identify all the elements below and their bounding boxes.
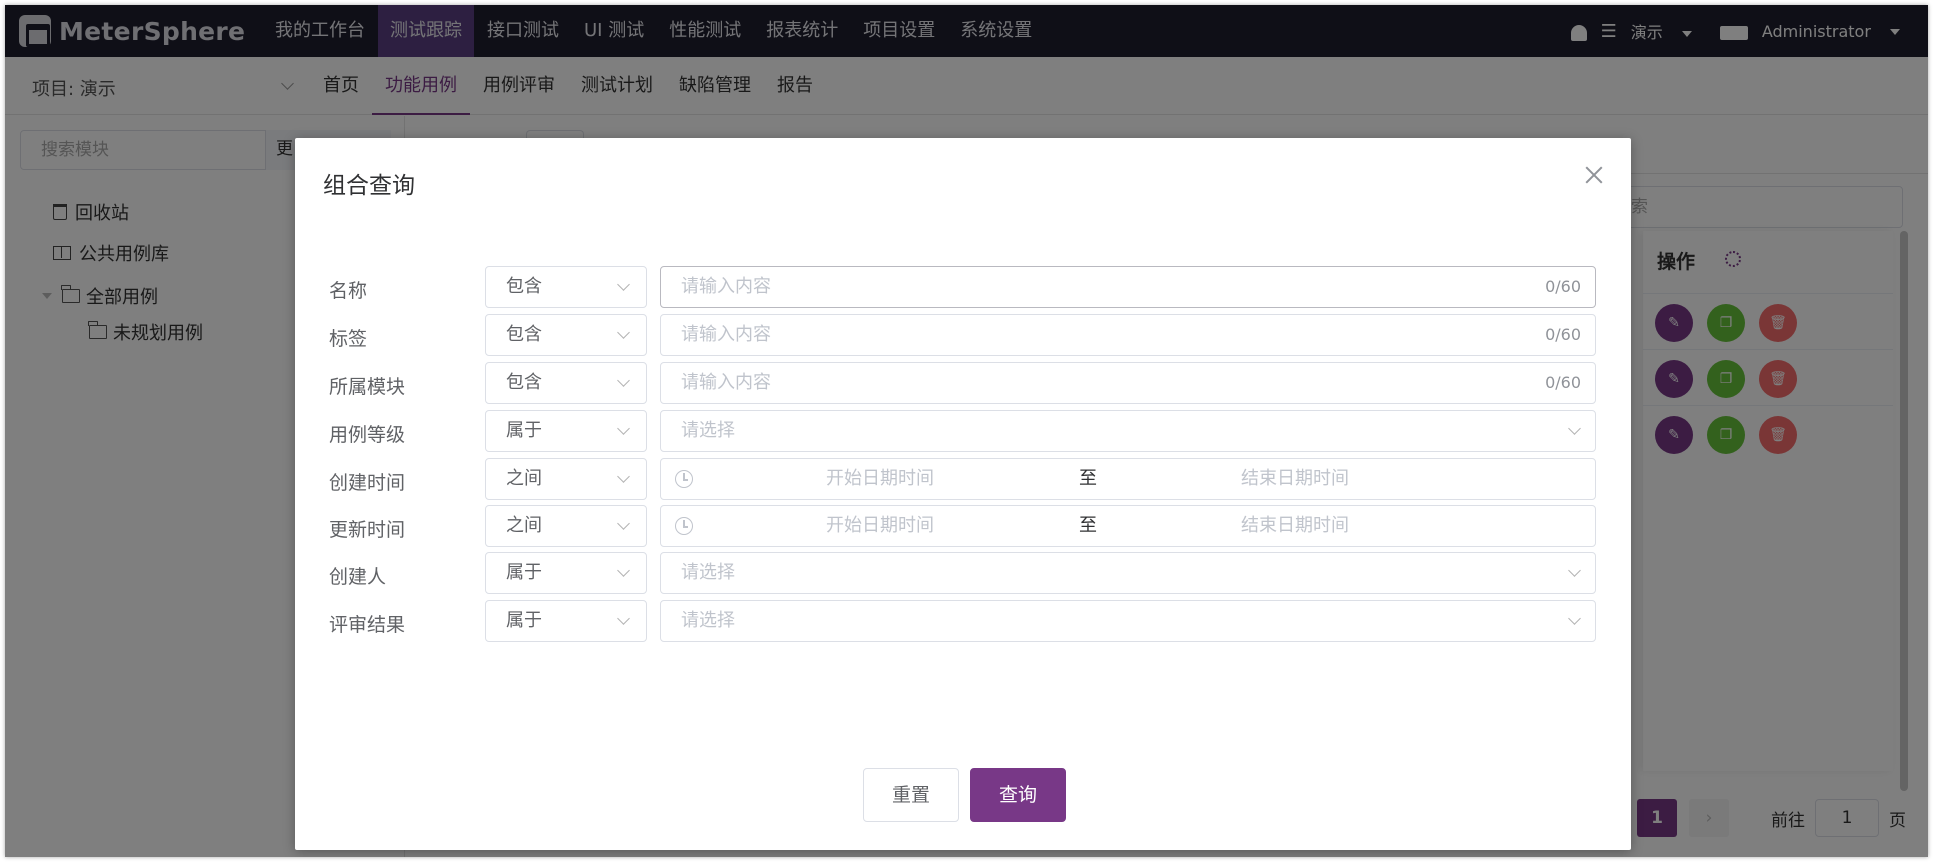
char-counter: 0/60: [1545, 373, 1581, 392]
app-window: MeterSphere 我的工作台 测试跟踪 接口测试 UI 测试 性能测试 报…: [5, 5, 1928, 857]
operator-select[interactable]: 属于: [485, 600, 647, 642]
combined-query-dialog: 组合查询 名称 包含 请输入内容 0/60 标签 包含 请输入内容 0/60 所属模…: [295, 138, 1631, 850]
reset-button[interactable]: 重置: [863, 768, 959, 822]
filter-label: 评审结果: [329, 614, 406, 636]
chevron-down-icon: [617, 612, 630, 625]
creator-select[interactable]: 请选择: [660, 552, 1596, 594]
filter-row-priority: 用例等级 属于 请选择: [295, 410, 1631, 454]
filter-row-module: 所属模块 包含 请输入内容 0/60: [295, 362, 1631, 406]
chevron-down-icon: [617, 470, 630, 483]
filter-label: 更新时间: [329, 519, 406, 541]
chevron-down-icon: [617, 326, 630, 339]
filter-label: 所属模块: [329, 376, 406, 398]
tags-input[interactable]: 请输入内容 0/60: [660, 314, 1596, 356]
end-datetime[interactable]: 结束日期时间: [1241, 459, 1349, 499]
start-datetime[interactable]: 开始日期时间: [826, 459, 934, 499]
char-counter: 0/60: [1545, 325, 1581, 344]
operator-select[interactable]: 之间: [485, 458, 647, 500]
start-datetime[interactable]: 开始日期时间: [826, 506, 934, 546]
update-time-range[interactable]: 开始日期时间 至 结束日期时间: [660, 505, 1596, 547]
chevron-down-icon: [1568, 422, 1581, 435]
filter-row-tags: 标签 包含 请输入内容 0/60: [295, 314, 1631, 358]
chevron-down-icon: [1568, 612, 1581, 625]
filter-row-create-time: 创建时间 之间 开始日期时间 至 结束日期时间: [295, 458, 1631, 502]
filter-row-name: 名称 包含 请输入内容 0/60: [295, 266, 1631, 310]
char-counter: 0/60: [1545, 277, 1581, 296]
range-separator: 至: [1079, 515, 1097, 536]
operator-select[interactable]: 包含: [485, 362, 647, 404]
filter-label: 名称: [329, 280, 368, 302]
filter-label: 创建人: [329, 566, 387, 588]
chevron-down-icon: [617, 374, 630, 387]
name-input[interactable]: 请输入内容 0/60: [660, 266, 1596, 308]
operator-select[interactable]: 包含: [485, 314, 647, 356]
filter-row-update-time: 更新时间 之间 开始日期时间 至 结束日期时间: [295, 505, 1631, 549]
end-datetime[interactable]: 结束日期时间: [1241, 506, 1349, 546]
chevron-down-icon: [617, 517, 630, 530]
create-time-range[interactable]: 开始日期时间 至 结束日期时间: [660, 458, 1596, 500]
operator-select[interactable]: 包含: [485, 266, 647, 308]
dialog-title: 组合查询: [323, 173, 415, 199]
clock-icon: [675, 470, 693, 488]
query-button[interactable]: 查询: [970, 768, 1066, 822]
chevron-down-icon: [1568, 564, 1581, 577]
operator-select[interactable]: 属于: [485, 552, 647, 594]
filter-row-review-result: 评审结果 属于 请选择: [295, 600, 1631, 644]
operator-select[interactable]: 属于: [485, 410, 647, 452]
review-result-select[interactable]: 请选择: [660, 600, 1596, 642]
filter-label: 用例等级: [329, 424, 406, 446]
chevron-down-icon: [617, 564, 630, 577]
chevron-down-icon: [617, 278, 630, 291]
filter-label: 标签: [329, 328, 368, 350]
clock-icon: [675, 517, 693, 535]
chevron-down-icon: [617, 422, 630, 435]
filter-row-creator: 创建人 属于 请选择: [295, 552, 1631, 596]
filter-label: 创建时间: [329, 472, 406, 494]
close-icon[interactable]: [1583, 164, 1605, 186]
operator-select[interactable]: 之间: [485, 505, 647, 547]
module-input[interactable]: 请输入内容 0/60: [660, 362, 1596, 404]
priority-select[interactable]: 请选择: [660, 410, 1596, 452]
range-separator: 至: [1079, 468, 1097, 489]
